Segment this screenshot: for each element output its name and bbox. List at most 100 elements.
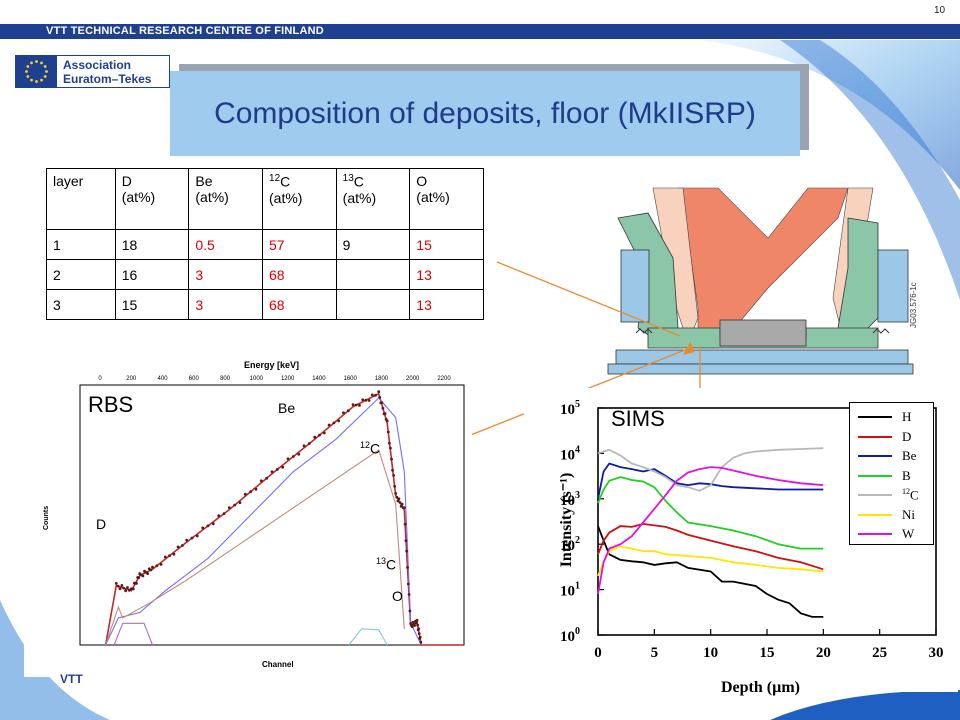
vtt-logo-text: VTT: [60, 672, 83, 686]
rbs-data-point: [393, 485, 397, 488]
rbs-data-point: [159, 563, 163, 566]
legend-swatch: [858, 513, 892, 516]
legend-name: D: [902, 428, 912, 444]
rbs-data-point: [286, 457, 290, 461]
legend-item: W: [858, 526, 914, 542]
rbs-data-point: [259, 479, 263, 483]
rbs-data-point: [217, 514, 221, 518]
rbs-peak-label: O: [392, 588, 403, 604]
legend-swatch: [858, 494, 892, 496]
sims-x-tick-label: 30: [929, 645, 944, 661]
legend-swatch: [858, 474, 892, 477]
rbs-data-point: [410, 625, 414, 629]
rbs-data-point: [383, 412, 387, 415]
rbs-data-point: [419, 640, 423, 644]
rbs-top-tick: 1600: [344, 376, 358, 382]
rbs-data-point: [418, 635, 422, 639]
rbs-data-point: [270, 470, 274, 474]
rbs-data-point: [397, 497, 401, 501]
rbs-x-axis-label: Channel: [262, 660, 294, 669]
rbs-data-point: [392, 474, 395, 477]
rbs-data-point: [172, 552, 176, 556]
rbs-data-point: [346, 409, 350, 413]
sims-y-tick-exponent: 1: [575, 581, 580, 592]
rbs-data-point: [378, 395, 382, 399]
rbs-top-tick: 400: [158, 376, 169, 382]
rbs-peak-text: C: [370, 440, 381, 457]
legend-name: Ni: [902, 506, 915, 522]
legend-label: B: [902, 468, 911, 484]
rbs-data-point: [126, 586, 129, 589]
rbs-data-point: [307, 442, 311, 445]
rbs-data-point: [131, 587, 135, 591]
legend-item: Be: [858, 448, 916, 464]
rbs-data-point: [370, 393, 374, 397]
rbs-top-tick: 2000: [406, 376, 420, 382]
rbs-data-point: [403, 522, 407, 526]
legend-name: Be: [902, 448, 917, 463]
isotope-superscript: 12: [902, 486, 910, 496]
rbs-y-axis-label: Counts: [43, 506, 50, 530]
legend-label: Ni: [902, 507, 915, 523]
legend-name: W: [902, 526, 915, 541]
sims-y-tick-exponent: 5: [575, 399, 580, 410]
legend-label: Be: [902, 448, 916, 464]
legend-name: B: [902, 467, 911, 483]
sims-x-tick-label: 15: [760, 645, 775, 661]
sims-x-tick-label: 5: [651, 645, 659, 661]
rbs-data-point: [400, 502, 404, 506]
sims-y-tick-exponent: 0: [575, 626, 580, 637]
rbs-data-point: [367, 399, 371, 402]
rbs-data-point: [222, 512, 226, 515]
rbs-data-point: [322, 431, 326, 435]
rbs-data-point: [387, 441, 391, 445]
rbs-data-point: [275, 468, 279, 471]
rbs-data-point: [407, 593, 411, 596]
rbs-data-point: [337, 419, 341, 423]
rbs-peak-text: C: [386, 556, 397, 573]
rbs-top-tick: 1200: [281, 376, 295, 382]
rbs-data-point: [406, 566, 409, 569]
rbs-data-point: [176, 545, 180, 549]
rbs-chart-title: RBS: [88, 392, 134, 417]
rbs-data-point: [122, 586, 126, 590]
rbs-data-point: [313, 435, 317, 439]
legend-name: H: [902, 409, 912, 424]
rbs-data-point: [413, 624, 417, 627]
legend-swatch: [858, 455, 892, 457]
sims-x-tick-label: 25: [872, 645, 887, 661]
rbs-data-point: [116, 584, 120, 588]
rbs-data-point: [406, 582, 410, 586]
legend-swatch: [858, 533, 892, 535]
sims-x-tick-label: 20: [816, 645, 831, 661]
arrow-to-table: [496, 261, 681, 337]
legend-item: D: [858, 429, 911, 445]
rbs-data-point: [155, 564, 159, 568]
rbs-peak-label: 12C: [360, 440, 380, 457]
rbs-top-tick: 200: [126, 376, 137, 382]
rbs-data-point: [118, 587, 122, 591]
rbs-peak-text: D: [96, 516, 107, 532]
rbs-data-point: [211, 522, 215, 526]
rbs-data-point: [195, 534, 199, 538]
rbs-data-point: [201, 526, 205, 530]
rbs-data-point: [380, 401, 384, 404]
rbs-data-point: [254, 487, 258, 491]
rbs-data-point: [265, 476, 269, 480]
rbs-data-point: [417, 632, 421, 635]
rbs-data-point: [243, 492, 247, 496]
rbs-peak-label: 13C: [376, 556, 396, 573]
rbs-data-point: [417, 627, 421, 631]
rbs-data-point: [408, 609, 412, 613]
rbs-data-point: [381, 406, 385, 410]
rbs-peak-text: O: [392, 588, 403, 604]
rbs-data-point: [402, 506, 406, 509]
legend-item: H: [858, 409, 911, 425]
rbs-data-point: [302, 444, 306, 448]
rbs-data-point: [391, 468, 394, 472]
rbs-data-point: [414, 621, 418, 625]
legend-label: W: [902, 526, 914, 542]
rbs-data-point: [386, 430, 390, 434]
rbs-data-point: [377, 390, 381, 394]
rbs-data-point: [120, 584, 124, 587]
